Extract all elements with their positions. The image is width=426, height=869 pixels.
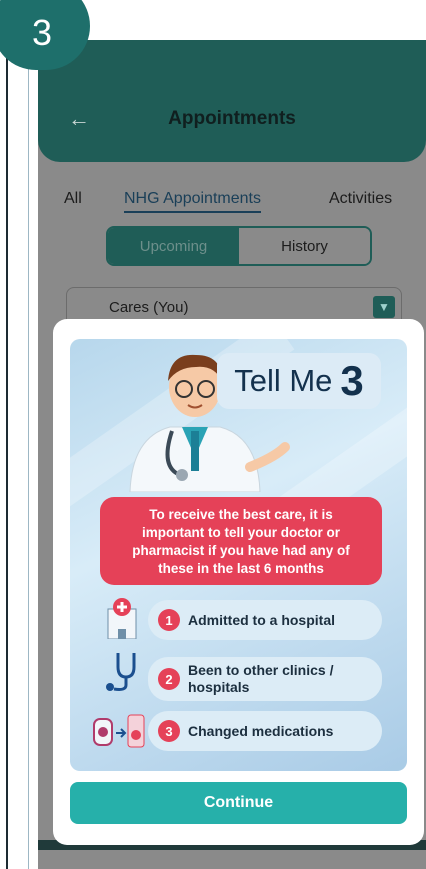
- item-text: Been to other clinics / hospitals: [188, 662, 334, 695]
- intro-line: important to tell your doctor or: [142, 525, 340, 540]
- item-number: 2: [158, 668, 180, 690]
- medication-icon: [93, 714, 145, 748]
- list-item: 1 Admitted to a hospital: [148, 600, 382, 640]
- tell-me-heading: Tell Me 3: [217, 353, 381, 409]
- tell-me-poster: Tell Me 3 To receive the best care, it i…: [70, 339, 407, 771]
- item-text: Changed medications: [188, 723, 334, 739]
- list-item: 3 Changed medications: [148, 711, 382, 751]
- appointment-segment-control: Upcoming History: [106, 226, 372, 266]
- intro-line: To receive the best care, it is: [149, 507, 333, 522]
- intro-message: To receive the best care, it is importan…: [100, 497, 382, 585]
- left-border-inner: [28, 30, 29, 869]
- app-header: ← Appointments: [38, 40, 426, 162]
- tell-me-text: Tell Me: [234, 363, 333, 398]
- chevron-down-icon[interactable]: ▼: [373, 296, 395, 318]
- tab-nhg-appointments[interactable]: NHG Appointments: [124, 190, 261, 213]
- tab-activities[interactable]: Activities: [329, 190, 392, 208]
- segment-upcoming[interactable]: Upcoming: [108, 228, 239, 264]
- tell-me-number: 3: [340, 357, 364, 404]
- hospital-icon: [107, 598, 137, 639]
- screen: 3 ← Appointments All NHG Appointments Ac…: [0, 0, 426, 869]
- item-number: 1: [158, 609, 180, 631]
- item-number: 3: [158, 720, 180, 742]
- continue-button[interactable]: Continue: [70, 782, 407, 824]
- patient-select-value: Cares (You): [109, 298, 189, 316]
- page-title: Appointments: [168, 108, 296, 129]
- tab-all[interactable]: All: [64, 190, 82, 208]
- left-border: [6, 30, 8, 869]
- intro-line: pharmacist if you have had any of: [132, 543, 350, 558]
- intro-line: these in the last 6 months: [158, 561, 324, 576]
- stethoscope-icon: [106, 653, 136, 691]
- list-item: 2 Been to other clinics / hospitals: [148, 657, 382, 701]
- item-text: Admitted to a hospital: [188, 612, 335, 628]
- segment-history[interactable]: History: [239, 228, 370, 264]
- tell-me-modal: Tell Me 3 To receive the best care, it i…: [53, 319, 424, 845]
